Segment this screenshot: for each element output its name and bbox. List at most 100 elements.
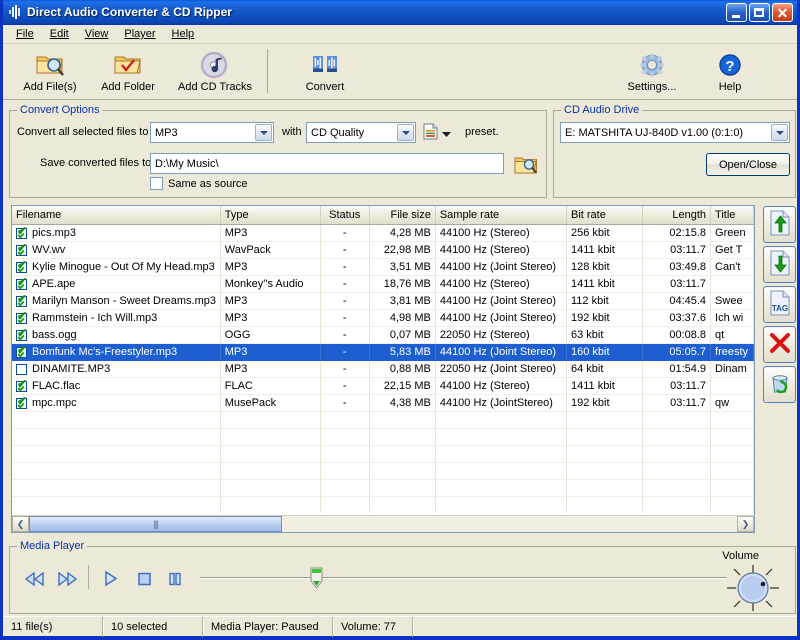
row-checkbox[interactable]: ✔ [16, 313, 27, 324]
close-button[interactable] [772, 3, 793, 22]
table-row[interactable]: ✔Rammstein - Ich Will.mp3MP3-4,98 MB4410… [12, 310, 754, 327]
cell-type: MP3 [221, 259, 321, 276]
menu-edit[interactable]: Edit [42, 26, 77, 42]
cell-status: - [321, 344, 370, 361]
cell-length: 03:11.7 [643, 395, 711, 412]
empty-row [12, 429, 754, 446]
column-header-type[interactable]: Type [221, 206, 321, 224]
column-header-sample-rate[interactable]: Sample rate [436, 206, 567, 224]
preset-dropdown-arrow-icon[interactable] [442, 129, 451, 141]
cell-title: freesty [711, 344, 754, 361]
scrollbar-track[interactable] [282, 516, 737, 532]
table-row[interactable]: ✔bass.oggOGG-0,07 MB22050 Hz (Stereo)63 … [12, 327, 754, 344]
table-row[interactable]: ✔Kylie Minogue - Out Of My Head.mp3MP3-3… [12, 259, 754, 276]
menu-view[interactable]: View [77, 26, 117, 42]
empty-cell [321, 446, 370, 463]
horizontal-scrollbar[interactable]: ❮ ❯ [12, 515, 754, 532]
menu-player[interactable]: Player [116, 26, 163, 42]
output-format-combo[interactable]: MP3 [150, 122, 274, 143]
row-checkbox[interactable]: ✔ [16, 262, 27, 273]
empty-cell [221, 412, 321, 429]
cd-drive-combo[interactable]: E: MATSHITA UJ-840D v1.00 (0:1:0) [560, 122, 790, 143]
cell-length: 02:15.8 [643, 225, 711, 242]
row-checkbox[interactable]: ✔ [16, 381, 27, 392]
scroll-right-button[interactable]: ❯ [737, 516, 754, 532]
help-button[interactable]: ? Help [691, 46, 769, 98]
add-folder-button[interactable]: Add Folder [89, 46, 167, 98]
output-path-input[interactable]: D:\My Music\ [150, 153, 504, 174]
scrollbar-thumb[interactable] [29, 516, 282, 532]
table-row[interactable]: DINAMITE.MP3MP3-0,88 MB22050 Hz (Joint S… [12, 361, 754, 378]
previous-button[interactable] [22, 569, 48, 591]
table-row[interactable]: ✔APE.apeMonkey''s Audio-18,76 MB44100 Hz… [12, 276, 754, 293]
add-folder-label: Add Folder [101, 81, 155, 93]
empty-cell [711, 480, 754, 497]
minimize-button[interactable] [726, 3, 747, 22]
table-row[interactable]: ✔Bomfunk Mc's-Freestyler.mp3MP3-5,83 MB4… [12, 344, 754, 361]
move-down-button[interactable] [763, 246, 796, 283]
row-checkbox[interactable] [16, 364, 27, 375]
volume-label: Volume [722, 550, 759, 562]
cell-type: MP3 [221, 293, 321, 310]
status-file-count: 11 file(s) [3, 617, 103, 637]
empty-cell [711, 463, 754, 480]
convert-button[interactable]: Convert [286, 46, 364, 98]
scroll-left-button[interactable]: ❮ [12, 516, 29, 532]
column-header-file-size[interactable]: File size [370, 206, 436, 224]
volume-knob-icon[interactable] [725, 563, 781, 616]
output-path-value: D:\My Music\ [155, 158, 219, 170]
cell-size: 0,88 MB [370, 361, 436, 378]
main-toolbar: Add File(s) Add Folder Ad [3, 44, 797, 100]
row-checkbox[interactable]: ✔ [16, 279, 27, 290]
maximize-button[interactable] [749, 3, 770, 22]
cell-bit-rate: 63 kbit [567, 327, 643, 344]
same-as-source-checkbox[interactable] [150, 177, 163, 190]
settings-button[interactable]: Settings... [613, 46, 691, 98]
column-header-title[interactable]: Title [711, 206, 754, 224]
seek-slider-track[interactable] [200, 577, 727, 579]
empty-cell [221, 429, 321, 446]
folder-browse-icon[interactable] [514, 154, 538, 178]
table-row[interactable]: ✔FLAC.flacFLAC-22,15 MB44100 Hz (Stereo)… [12, 378, 754, 395]
clear-list-button[interactable] [763, 366, 796, 403]
row-checkbox[interactable]: ✔ [16, 296, 27, 307]
row-checkbox[interactable]: ✔ [16, 398, 27, 409]
cell-title: Ich wi [711, 310, 754, 327]
menu-help[interactable]: Help [164, 26, 203, 42]
menu-file[interactable]: File [8, 26, 42, 42]
add-files-button[interactable]: Add File(s) [11, 46, 89, 98]
row-checkbox[interactable]: ✔ [16, 347, 27, 358]
chevron-down-icon[interactable] [255, 124, 272, 141]
play-button[interactable] [98, 569, 124, 591]
row-checkbox[interactable]: ✔ [16, 330, 27, 341]
cell-bit-rate: 1411 kbit [567, 242, 643, 259]
column-header-filename[interactable]: Filename [12, 206, 221, 224]
row-checkbox[interactable]: ✔ [16, 228, 27, 239]
column-header-bit-rate[interactable]: Bit rate [567, 206, 643, 224]
add-cd-tracks-button[interactable]: Add CD Tracks [167, 46, 263, 98]
move-up-button[interactable] [763, 206, 796, 243]
pause-button[interactable] [162, 569, 188, 591]
chevron-down-icon[interactable] [397, 124, 414, 141]
cell-length: 03:11.7 [643, 242, 711, 259]
table-row[interactable]: ✔mpc.mpcMusePack-4,38 MB44100 Hz (JointS… [12, 395, 754, 412]
empty-cell [711, 446, 754, 463]
empty-cell [321, 480, 370, 497]
remove-file-button[interactable] [763, 326, 796, 363]
open-close-tray-button[interactable]: Open/Close [706, 153, 790, 176]
column-header-length[interactable]: Length [643, 206, 711, 224]
table-row[interactable]: ✔WV.wvWavPack-22,98 MB44100 Hz (Stereo)1… [12, 242, 754, 259]
row-checkbox[interactable]: ✔ [16, 245, 27, 256]
table-row[interactable]: ✔pics.mp3MP3-4,28 MB44100 Hz (Stereo)256… [12, 225, 754, 242]
column-header-status[interactable]: Status [321, 206, 370, 224]
seek-slider-thumb[interactable] [310, 567, 323, 589]
stop-button[interactable] [131, 569, 157, 591]
preset-document-icon[interactable] [423, 123, 438, 143]
tag-editor-button[interactable]: TAG [763, 286, 796, 323]
quality-preset-combo[interactable]: CD Quality [306, 122, 416, 143]
file-list-rows: ✔pics.mp3MP3-4,28 MB44100 Hz (Stereo)256… [12, 225, 754, 513]
cell-size: 3,81 MB [370, 293, 436, 310]
table-row[interactable]: ✔Marilyn Manson - Sweet Dreams.mp3MP3-3,… [12, 293, 754, 310]
next-button[interactable] [54, 569, 80, 591]
chevron-down-icon[interactable] [771, 124, 788, 141]
